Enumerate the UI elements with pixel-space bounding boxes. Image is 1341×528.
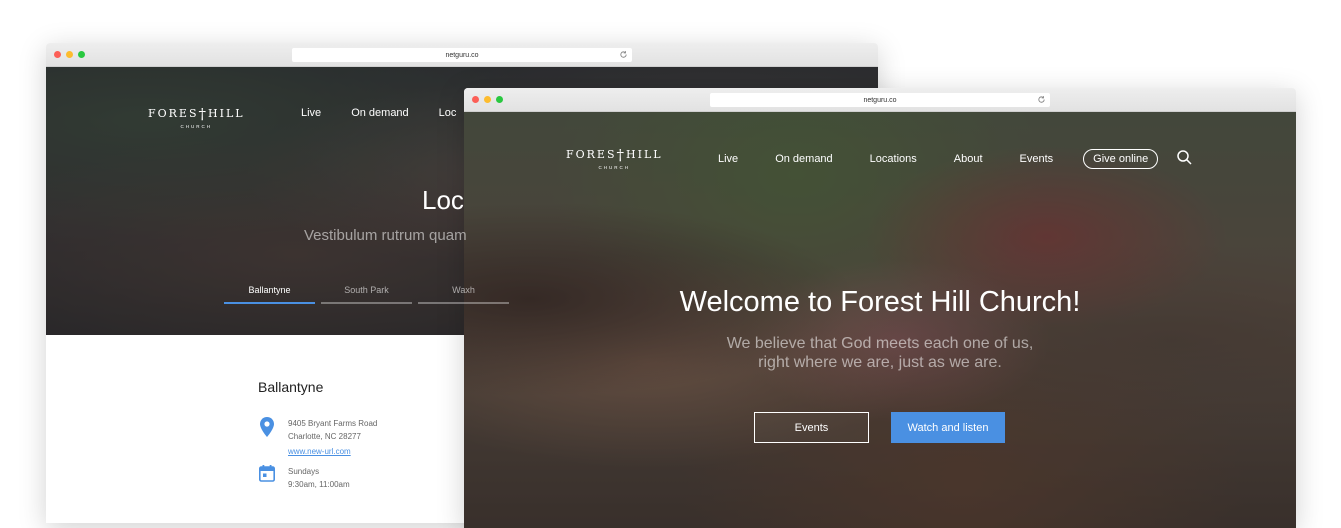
browser-window-home: netguru.co FORES†HILL CHURCH Live On dem…: [464, 88, 1296, 528]
minimize-window-button[interactable]: [66, 51, 73, 58]
search-icon[interactable]: [1177, 150, 1192, 165]
calendar-icon: [258, 465, 276, 491]
hero-subtitle-line-2: right where we are, just as we are.: [758, 354, 1002, 371]
address-row: 9405 Bryant Farms Road Charlotte, NC 282…: [258, 417, 377, 456]
nav-item-about[interactable]: About: [954, 153, 983, 165]
minimize-window-button[interactable]: [484, 96, 491, 103]
window-controls: [472, 96, 503, 103]
location-name: Ballantyne: [258, 379, 324, 395]
logo-subtitle: CHURCH: [180, 124, 213, 129]
schedule-row: Sundays 9:30am, 11:00am: [258, 465, 350, 491]
give-online-button[interactable]: Give online: [1083, 149, 1159, 169]
service-days: Sundays: [288, 467, 320, 476]
hero-subtitle: We believe that God meets each one of us…: [464, 334, 1296, 372]
nav-item-events[interactable]: Events: [1020, 153, 1054, 165]
maximize-window-button[interactable]: [496, 96, 503, 103]
tab-south-park[interactable]: South Park: [321, 285, 412, 304]
main-nav: Live On demand Locations About Events Gi…: [718, 149, 1159, 169]
logo-text-right: HILL: [208, 107, 245, 120]
logo-text-left: FORES: [148, 107, 199, 120]
church-logo[interactable]: FORES†HILL CHURCH: [148, 105, 245, 129]
maximize-window-button[interactable]: [78, 51, 85, 58]
nav-item-locations[interactable]: Loc: [439, 107, 457, 119]
tab-ballantyne[interactable]: Ballantyne: [224, 285, 315, 304]
address-line-2: Charlotte, NC 28277: [288, 432, 361, 441]
close-window-button[interactable]: [472, 96, 479, 103]
nav-item-live[interactable]: Live: [301, 107, 321, 119]
address-bar-url: netguru.co: [445, 51, 479, 59]
main-nav: Live On demand Loc: [301, 107, 456, 119]
logo-text-left: FORES: [566, 148, 617, 161]
page-title: Loc: [422, 185, 464, 215]
window-controls: [54, 51, 85, 58]
logo-text-right: HILL: [626, 148, 663, 161]
events-button[interactable]: Events: [754, 412, 869, 443]
address-line-1: 9405 Bryant Farms Road: [288, 419, 378, 428]
browser-toolbar: netguru.co: [464, 88, 1296, 112]
nav-item-locations[interactable]: Locations: [870, 153, 917, 165]
hero-title: Welcome to Forest Hill Church!: [679, 286, 1081, 318]
address-bar-url: netguru.co: [863, 96, 897, 104]
location-pin-icon: [258, 417, 276, 456]
reload-icon[interactable]: [619, 50, 628, 59]
browser-toolbar: netguru.co: [46, 43, 878, 67]
address-bar[interactable]: netguru.co: [292, 48, 632, 62]
watch-and-listen-button[interactable]: Watch and listen: [891, 412, 1005, 443]
home-hero: FORES†HILL CHURCH Live On demand Locatio…: [464, 112, 1296, 528]
cross-icon: †: [198, 105, 208, 123]
reload-icon[interactable]: [1037, 95, 1046, 104]
nav-item-on-demand[interactable]: On demand: [775, 153, 832, 165]
close-window-button[interactable]: [54, 51, 61, 58]
logo-subtitle: CHURCH: [598, 165, 631, 170]
service-times: 9:30am, 11:00am: [288, 480, 350, 489]
hero-subtitle-line-1: We believe that God meets each one of us…: [726, 335, 1034, 352]
church-logo[interactable]: FORES†HILL CHURCH: [566, 146, 663, 170]
nav-item-live[interactable]: Live: [718, 153, 738, 165]
page-subtitle: Vestibulum rutrum quam: [304, 227, 467, 244]
cross-icon: †: [616, 146, 626, 164]
location-website-link[interactable]: www.new-url.com: [288, 447, 377, 456]
address-bar[interactable]: netguru.co: [710, 93, 1050, 107]
nav-item-on-demand[interactable]: On demand: [351, 107, 408, 119]
